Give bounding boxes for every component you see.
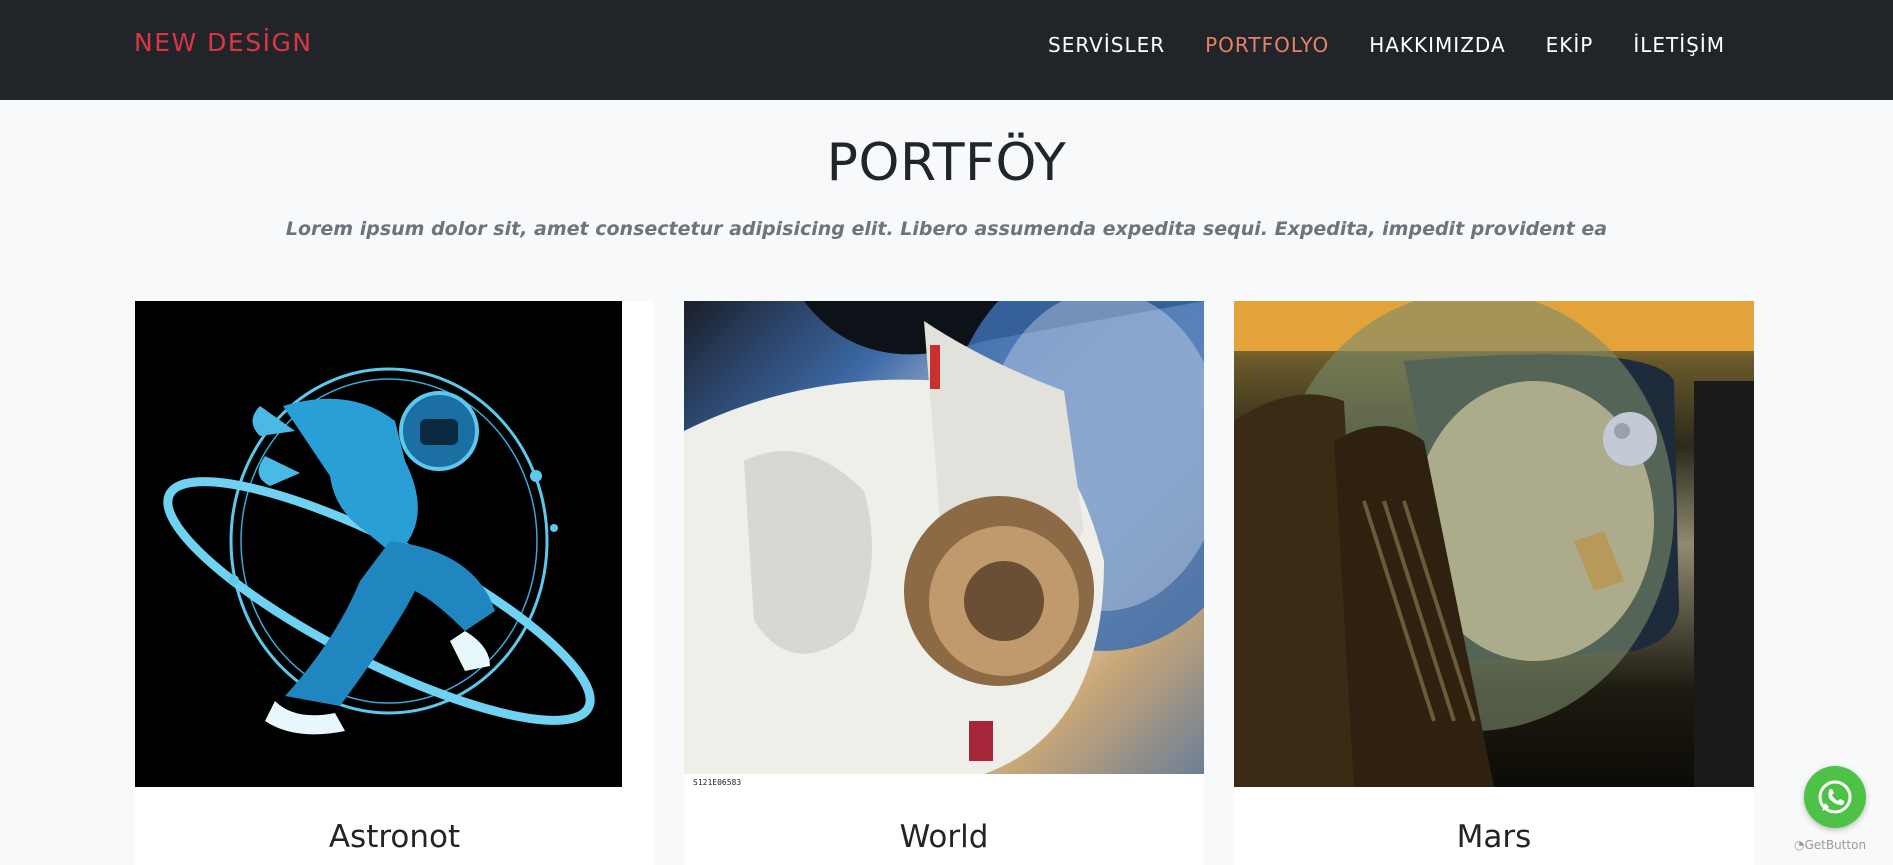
card-caption-world: World — [899, 819, 989, 855]
navbar: NEW DESİGN SERVİSLER PORTFOLYO HAKKIMIZD… — [0, 0, 1893, 100]
astronaut-illustration-image[interactable] — [135, 301, 622, 787]
nav-link-ekip[interactable]: EKİP — [1546, 33, 1594, 57]
nav-item-iletisim: İLETİŞİM — [1633, 33, 1725, 57]
section-subtitle: Lorem ipsum dolor sit, amet consectetur … — [285, 218, 1608, 240]
getbutton-text: GetButton — [1804, 838, 1867, 852]
card-caption-mars: Mars — [1456, 819, 1532, 855]
section-title: PORTFÖY — [826, 133, 1067, 193]
portfolio-card-astronot[interactable]: Astronot — [135, 301, 654, 865]
nav-item-ekip: EKİP — [1546, 33, 1594, 57]
getbutton-logo-icon: ◔ — [1794, 838, 1805, 852]
nav-item-hakkimizda: HAKKIMIZDA — [1369, 33, 1505, 57]
nav-item-portfolyo: PORTFOLYO — [1205, 33, 1329, 57]
nav-link-hakkimizda[interactable]: HAKKIMIZDA — [1369, 33, 1505, 57]
portfolio-card-world[interactable]: S121E06583 World — [684, 301, 1204, 865]
getbutton-label[interactable]: ◔GetButton — [1794, 838, 1866, 852]
nav-item-servisler: SERVİSLER — [1048, 33, 1165, 57]
whatsapp-icon — [1818, 780, 1852, 814]
spaceship-window-image[interactable] — [1234, 301, 1754, 787]
nav-link-servisler[interactable]: SERVİSLER — [1048, 33, 1165, 57]
image-tag: S121E06583 — [693, 778, 742, 787]
brand-logo[interactable]: NEW DESİGN — [134, 28, 313, 57]
astronaut-photo-image[interactable] — [684, 301, 1204, 774]
portfolio-card-mars[interactable]: Mars — [1234, 301, 1754, 865]
whatsapp-button[interactable] — [1804, 766, 1866, 828]
nav-menu: SERVİSLER PORTFOLYO HAKKIMIZDA EKİP İLET… — [1048, 33, 1725, 57]
nav-link-portfolyo[interactable]: PORTFOLYO — [1205, 33, 1329, 57]
card-caption-astronot: Astronot — [328, 819, 461, 855]
nav-link-iletisim[interactable]: İLETİŞİM — [1633, 33, 1725, 57]
